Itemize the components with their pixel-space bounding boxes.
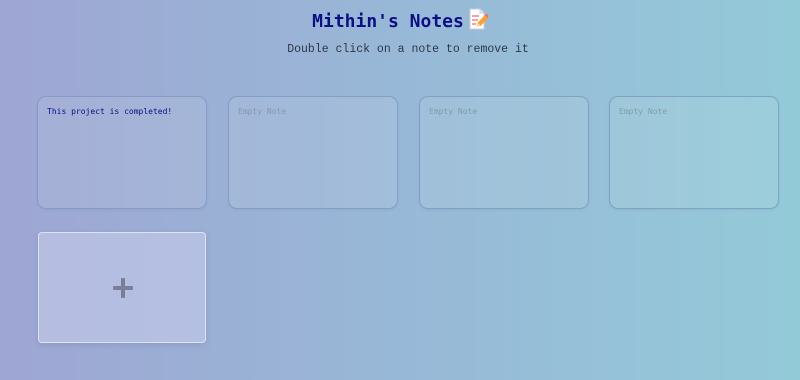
plus-icon: [113, 278, 133, 298]
subtitle: Double click on a note to remove it: [287, 43, 529, 56]
app-title: Mithin's Notes: [0, 8, 800, 35]
app-title-text: Mithin's Notes: [312, 11, 464, 32]
note-3[interactable]: [419, 96, 589, 209]
note-4[interactable]: [609, 96, 779, 209]
add-note-button[interactable]: [38, 232, 206, 343]
note-1[interactable]: This project is completed!: [37, 96, 207, 209]
memo-icon: [468, 8, 490, 35]
note-2[interactable]: [228, 96, 398, 209]
